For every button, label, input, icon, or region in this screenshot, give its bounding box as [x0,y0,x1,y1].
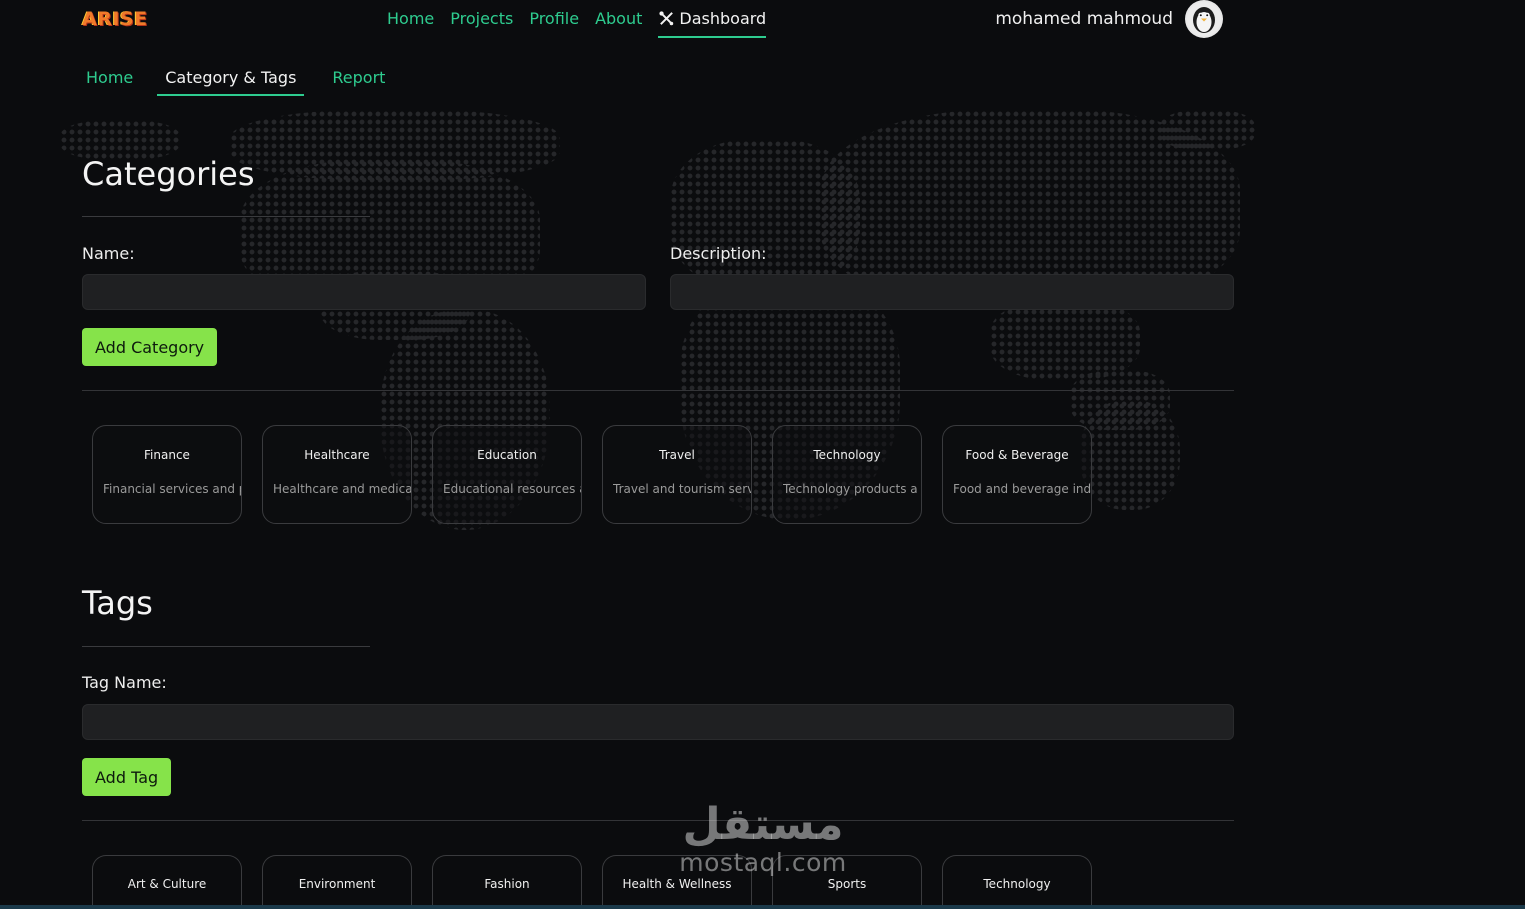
tags-title-divider [82,646,370,647]
tag-card-title: Art & Culture [127,877,207,891]
category-card-title: Technology [813,448,881,462]
category-card-title: Healthcare [304,448,370,462]
subnav-home[interactable]: Home [82,68,137,96]
avatar[interactable] [1185,0,1223,38]
watermark-arabic: مستقل [682,799,844,850]
nav-projects[interactable]: Projects [450,9,513,38]
category-card-title: Travel [659,448,695,462]
category-card-description: Food and beverage ind [953,482,1091,496]
tag-card-fashion[interactable]: Fashion [432,855,582,909]
user-name: mohamed mahmoud [995,9,1173,29]
nav-about[interactable]: About [595,9,642,38]
category-card-description: Travel and tourism serv [613,482,751,496]
category-name-input[interactable] [82,274,646,310]
categories-divider [82,390,1234,391]
category-card-education[interactable]: Education Educational resources a [432,425,582,524]
dashboard-page: ARISE Home Projects Profile About Dashbo… [0,0,1525,909]
bottom-scroll-bar [0,905,1525,909]
categories-title: Categories [82,155,255,193]
add-tag-button[interactable]: Add Tag [82,758,172,796]
tag-card-sports[interactable]: Sports [772,855,922,909]
tag-name-input[interactable] [82,704,1234,740]
tags-divider [82,820,1234,821]
user-menu[interactable]: mohamed mahmoud [995,0,1223,38]
category-card-technology[interactable]: Technology Technology products a [772,425,922,524]
add-category-button[interactable]: Add Category [82,328,218,366]
category-card-title: Finance [144,448,190,462]
tag-card-art-culture[interactable]: Art & Culture [92,855,242,909]
penguin-avatar-icon [1187,2,1221,36]
subnav-report[interactable]: Report [328,68,389,96]
tag-name-label: Tag Name: [82,673,167,692]
subnav-category-tags[interactable]: Category & Tags [157,68,305,96]
dashboard-subnav: Home Category & Tags Report [82,68,413,96]
category-card-finance[interactable]: Finance Financial services and p [92,425,242,524]
category-description-label: Description: [670,244,767,263]
tools-icon [659,11,674,26]
category-description-input[interactable] [670,274,1234,310]
tag-card-title: Health & Wellness [622,877,732,891]
category-card-title: Education [477,448,537,462]
tag-card-title: Fashion [484,877,530,891]
tag-card-title: Sports [827,877,867,891]
category-card-healthcare[interactable]: Healthcare Healthcare and medica [262,425,412,524]
nav-home[interactable]: Home [387,9,434,38]
category-card-travel[interactable]: Travel Travel and tourism serv [602,425,752,524]
tag-card-title: Technology [983,877,1051,891]
tag-card-health-wellness[interactable]: Health & Wellness [602,855,752,909]
tag-list: Art & Culture Environment Fashion Health… [92,855,1092,909]
tags-title: Tags [82,584,153,622]
tag-card-technology[interactable]: Technology [942,855,1092,909]
tag-card-environment[interactable]: Environment [262,855,412,909]
app-logo[interactable]: ARISE [82,8,148,30]
top-navbar: ARISE Home Projects Profile About Dashbo… [0,0,1525,40]
category-name-label: Name: [82,244,135,263]
category-card-title: Food & Beverage [965,448,1069,462]
category-card-description: Healthcare and medica [273,482,411,496]
nav-dashboard[interactable]: Dashboard [658,9,767,38]
categories-title-divider [82,216,370,217]
tag-card-title: Environment [298,877,376,891]
category-card-description: Educational resources a [443,482,581,496]
nav-dashboard-label: Dashboard [679,9,767,28]
category-card-description: Technology products a [783,482,918,496]
category-card-food-beverage[interactable]: Food & Beverage Food and beverage ind [942,425,1092,524]
nav-profile[interactable]: Profile [529,9,579,38]
category-card-description: Financial services and p [103,482,241,496]
category-list: Finance Financial services and p Healthc… [92,425,1092,524]
main-nav: Home Projects Profile About Dashboard [387,9,767,38]
